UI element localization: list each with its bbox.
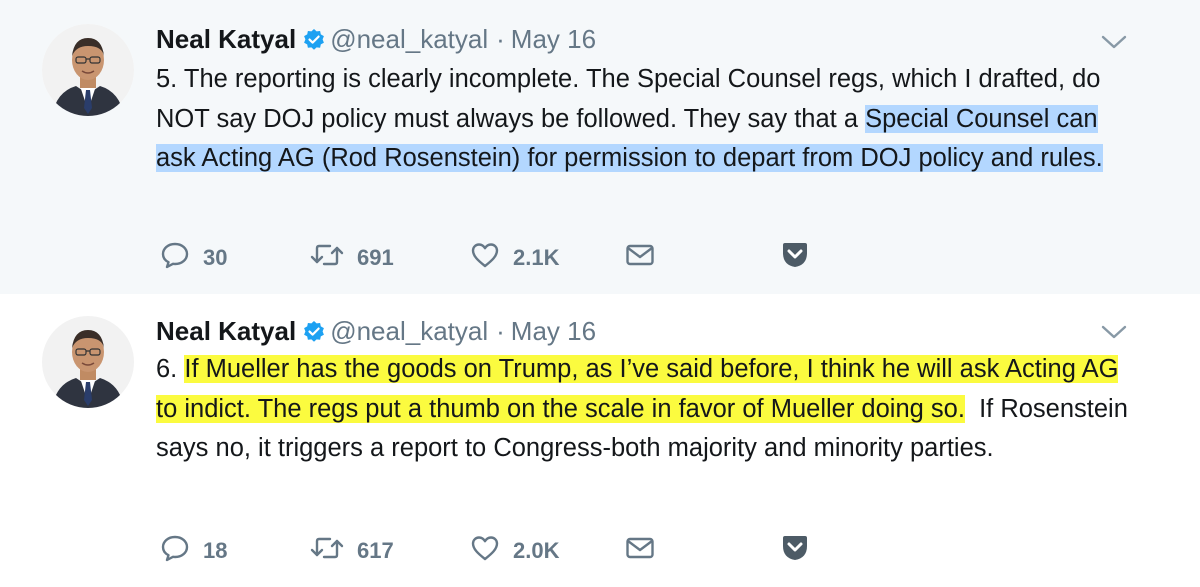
tweet-header: Neal Katyal @neal_katyal · May 16: [156, 316, 596, 350]
author-handle[interactable]: @neal_katyal: [330, 316, 488, 346]
direct-message-icon: [625, 243, 655, 273]
tweet-text: 5. The reporting is clearly incomplete. …: [156, 60, 1136, 179]
retweet-count: 691: [357, 245, 394, 270]
like-count: 2.1K: [513, 245, 560, 270]
verified-icon: [302, 28, 326, 58]
like-count: 2.0K: [513, 538, 560, 563]
like-icon: [470, 241, 500, 275]
direct-message-icon: [625, 536, 655, 566]
verified-icon: [302, 320, 326, 350]
retweet-count: 617: [357, 538, 394, 563]
pocket-save-button[interactable]: [780, 241, 810, 275]
author-name[interactable]: Neal Katyal: [156, 24, 296, 54]
tweet-header: Neal Katyal @neal_katyal · May 16: [156, 24, 596, 58]
direct-message-button[interactable]: [625, 243, 780, 273]
reply-count: 30: [203, 245, 228, 270]
avatar[interactable]: [42, 24, 134, 116]
tweet-actions: 18 617 2.0K: [160, 534, 810, 568]
retweet-button[interactable]: 617: [310, 535, 470, 567]
like-button[interactable]: 2.1K: [470, 241, 625, 275]
reply-button[interactable]: 30: [160, 241, 310, 275]
separator-dot: ·: [496, 316, 505, 346]
tweet-2[interactable]: Neal Katyal @neal_katyal · May 16 6. If Mue…: [0, 294, 1200, 587]
pocket-save-button[interactable]: [780, 534, 810, 568]
like-icon: [470, 534, 500, 568]
chevron-down-icon[interactable]: [1100, 32, 1128, 52]
tweet-1[interactable]: Neal Katyal @neal_katyal · May 16 5. The re…: [0, 0, 1200, 294]
reply-icon: [160, 241, 190, 275]
direct-message-button[interactable]: [625, 536, 780, 566]
tweet-text-part: 6.: [156, 355, 185, 383]
reply-count: 18: [203, 538, 228, 563]
like-button[interactable]: 2.0K: [470, 534, 625, 568]
chevron-down-icon[interactable]: [1100, 322, 1128, 342]
tweet-actions: 30 691 2.1K: [160, 241, 810, 275]
author-handle[interactable]: @neal_katyal: [330, 24, 488, 54]
tweet-date[interactable]: May 16: [511, 316, 596, 346]
reply-icon: [160, 534, 190, 568]
author-name[interactable]: Neal Katyal: [156, 316, 296, 346]
pocket-save-icon: [780, 241, 810, 275]
retweet-icon: [310, 242, 344, 274]
pocket-save-icon: [780, 534, 810, 568]
avatar[interactable]: [42, 316, 134, 408]
separator-dot: ·: [496, 24, 505, 54]
reply-button[interactable]: 18: [160, 534, 310, 568]
tweet-date[interactable]: May 16: [511, 24, 596, 54]
tweet-text: 6. If Mueller has the goods on Trump, as…: [156, 350, 1136, 469]
retweet-icon: [310, 535, 344, 567]
retweet-button[interactable]: 691: [310, 242, 470, 274]
